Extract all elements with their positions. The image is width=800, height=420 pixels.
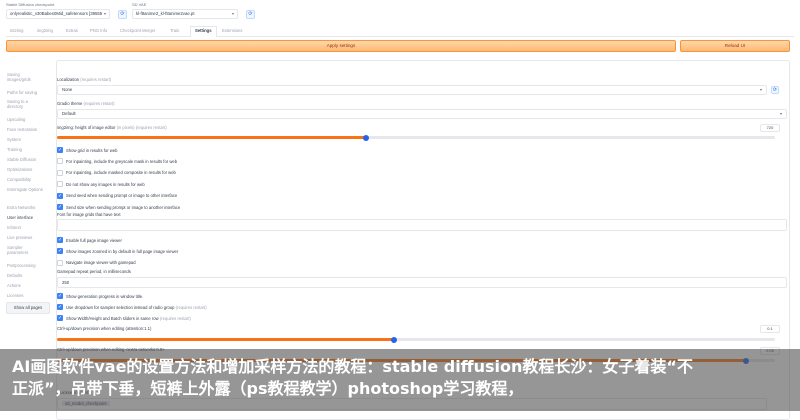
refresh-localization-icon[interactable]: ⟳	[771, 86, 779, 94]
checkbox[interactable]	[57, 158, 63, 165]
sidebar-item[interactable]: Paths for saving	[7, 90, 43, 95]
checkpoint-value: onlyrealistic_v30Babes0Mid_safetensors […	[10, 11, 102, 16]
slider-handle[interactable]	[362, 134, 369, 141]
checkbox[interactable]: ✓	[57, 204, 63, 210]
tab-img2img[interactable]: img2img	[37, 28, 53, 33]
chevron-down-icon: ▾	[759, 87, 762, 92]
sidebar-item[interactable]: Infotext	[7, 225, 43, 230]
checkpoint-select[interactable]: onlyrealistic_v30Babes0Mid_safetensors […	[6, 9, 110, 19]
checkbox[interactable]	[57, 181, 63, 188]
checkbox-label: Use dropdown for sampler selection inste…	[66, 304, 207, 310]
checkbox[interactable]: ✓	[57, 315, 63, 321]
sidebar-item[interactable]: Sampler parameters	[7, 245, 43, 255]
tab-png-info[interactable]: PNG Info	[90, 28, 107, 33]
checkbox-label: For inpainting, include masked composite…	[66, 170, 176, 176]
vae-label: SD VAE	[132, 2, 147, 7]
checkbox-label: Show images zoomed in by default in full…	[66, 248, 179, 254]
sidebar-item[interactable]: System	[7, 137, 43, 142]
checkbox-label: Show Width/Height and Batch sliders in s…	[66, 315, 191, 321]
checkbox-label: Send seed when sending prompt or image t…	[66, 193, 178, 199]
reload-ui-button[interactable]: Reload UI	[680, 40, 790, 52]
gamepad-label: Gamepad repeat period, in milliseconds	[57, 269, 131, 274]
checkbox-label: Enable full page image viewer	[66, 237, 122, 243]
sidebar-item[interactable]: Live previews	[7, 235, 43, 240]
slider-fill	[57, 338, 395, 341]
theme-value: Default	[62, 111, 76, 116]
theme-select[interactable]: Default ▾	[57, 109, 787, 119]
ctrl-updown-slider[interactable]	[57, 336, 775, 343]
vae-select[interactable]: kl-f8anime2_kl-f8anime2vae.pt ▾	[132, 9, 238, 19]
sidebar-item-user-interface[interactable]: User interface	[7, 215, 43, 220]
checkbox-label: Send size when sending prompt or image t…	[66, 204, 181, 210]
theme-label: Gradio theme (requires restart)	[57, 101, 115, 106]
sidebar-item[interactable]: Compatibility	[7, 177, 43, 182]
checkbox[interactable]: ✓	[57, 293, 63, 299]
ctrl-updown-label: Ctrl+up/down precision when editing (att…	[57, 326, 152, 331]
tab-train[interactable]: Train	[170, 28, 179, 33]
sidebar-item[interactable]: Interrogate Options	[7, 187, 43, 192]
sidebar-item[interactable]: Face restoration	[7, 127, 43, 132]
img2img-height-label: img2img: height of image editor (in pixe…	[57, 125, 167, 130]
checkbox[interactable]	[57, 169, 63, 176]
show-all-pages-button[interactable]: Show all pages	[6, 302, 50, 314]
img2img-height-number[interactable]: 720	[760, 124, 780, 132]
localization-label: Localization (requires restart)	[57, 77, 112, 82]
localization-select[interactable]: None ▾	[57, 85, 767, 95]
checkbox[interactable]: ✓	[57, 304, 63, 310]
sidebar-item[interactable]: Saving images/grids	[7, 72, 43, 82]
sidebar-item[interactable]: Extra Networks	[7, 205, 43, 210]
sidebar-item[interactable]: Optimizations	[7, 167, 43, 172]
refresh-vae-icon[interactable]: ⟳	[246, 10, 255, 19]
tab-txt2img[interactable]: txt2img	[10, 28, 24, 33]
checkbox[interactable]	[57, 259, 63, 266]
checkbox[interactable]: ✓	[57, 248, 63, 255]
sidebar-item[interactable]: Licenses	[7, 293, 43, 298]
tab-settings[interactable]: Settings	[190, 26, 217, 37]
chevron-down-icon: ▾	[103, 11, 106, 16]
tab-bar: txt2img img2img Extras PNG Info Checkpoi…	[6, 26, 794, 37]
sidebar-item[interactable]: Actions	[7, 283, 43, 288]
chevron-down-icon: ▾	[231, 11, 234, 16]
gamepad-input[interactable]: 250	[57, 277, 787, 288]
checkbox-label: For inpainting, include the greyscale ma…	[66, 158, 178, 164]
sidebar-item[interactable]: Defaults	[7, 273, 43, 278]
checkpoint-label: Stable Diffusion checkpoint	[6, 2, 55, 7]
caption-text: AI画图软件vae的设置方法和增加采样方法的教程：stable diffusio…	[12, 357, 693, 398]
checkbox-label: Navigate image viewer with gamepad	[66, 260, 136, 266]
checkbox-label: Show grid in results for web	[66, 147, 118, 153]
gamepad-value: 250	[62, 280, 70, 285]
checkbox[interactable]: ✓	[57, 147, 63, 153]
img2img-height-slider[interactable]	[57, 134, 775, 141]
checkbox[interactable]: ✓	[57, 192, 63, 199]
sidebar-item[interactable]: Saving to a directory	[7, 99, 43, 109]
checkbox-label: Show generation progress in window title…	[66, 293, 144, 299]
apply-settings-button[interactable]: Apply settings	[6, 40, 676, 52]
font-label: Font for image grids that have text	[57, 212, 121, 217]
sidebar-item[interactable]: Upscaling	[7, 117, 43, 122]
sidebar-item[interactable]: Postprocessing	[7, 263, 43, 268]
chevron-down-icon: ▾	[779, 111, 782, 116]
sidebar-item[interactable]: Stable Diffusion	[7, 157, 43, 162]
localization-value: None	[62, 87, 73, 92]
checkbox-label: Do not show any images in results for we…	[66, 181, 145, 187]
tab-extensions[interactable]: Extensions	[222, 28, 242, 33]
tab-checkpoint-merger[interactable]: Checkpoint Merger	[120, 28, 155, 33]
slider-fill	[57, 136, 366, 139]
checkbox[interactable]: ✓	[57, 237, 63, 243]
top-bar: Stable Diffusion checkpoint onlyrealisti…	[6, 2, 794, 24]
refresh-checkpoint-icon[interactable]: ⟳	[118, 10, 127, 19]
ctrl-updown-number[interactable]: 0.1	[760, 325, 780, 333]
sidebar-item[interactable]: Training	[7, 147, 43, 152]
vae-value: kl-f8anime2_kl-f8anime2vae.pt	[136, 11, 195, 16]
font-input[interactable]	[57, 219, 787, 231]
tab-extras[interactable]: Extras	[66, 28, 78, 33]
